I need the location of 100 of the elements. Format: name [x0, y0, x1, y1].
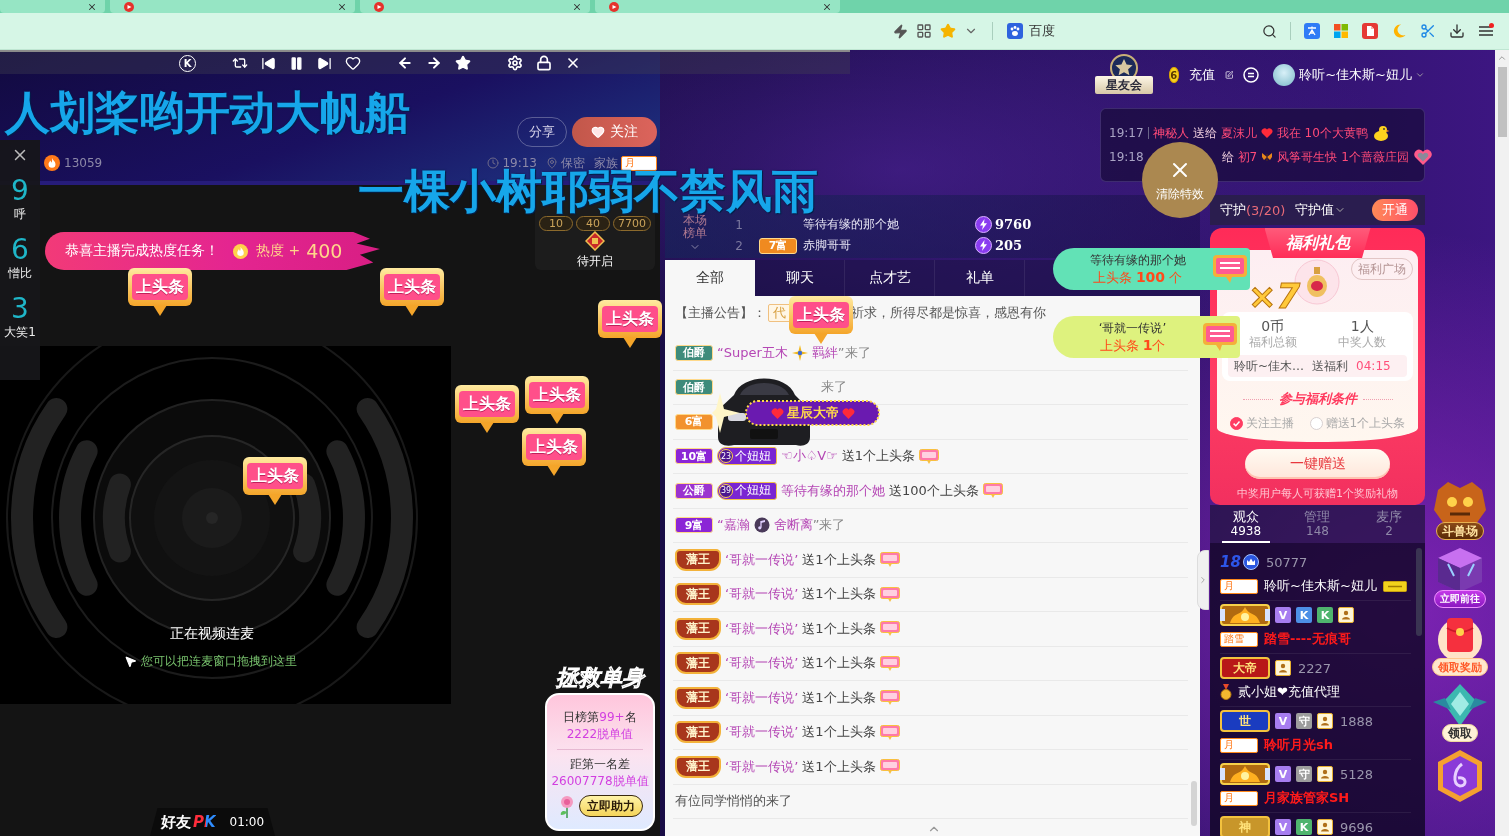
chevron-right-icon	[1198, 575, 1208, 585]
heat-label: 热度 +	[256, 242, 301, 260]
browser-tab[interactable]	[595, 0, 840, 13]
checkbox[interactable]	[1229, 417, 1243, 430]
user-menu[interactable]: 聆听~佳木斯~妞儿	[1299, 66, 1425, 84]
download-icon[interactable]	[1449, 23, 1465, 39]
drag-hint: 您可以把连麦窗口拖拽到这里	[141, 653, 297, 670]
pk-timer: 01:00	[229, 815, 265, 829]
notice-verb: 送给	[1192, 124, 1217, 142]
clock-icon	[487, 157, 500, 169]
chat-tab[interactable]: 全部	[665, 260, 755, 296]
menu-icon[interactable]	[1478, 23, 1494, 39]
arrow-right-icon[interactable]	[426, 55, 442, 71]
user-name: ‘哥就一传说’	[725, 585, 799, 604]
boost-button[interactable]: 立即助力	[579, 795, 643, 817]
condition-label: 赠送1个上头条	[1325, 415, 1406, 432]
menu-circle-icon[interactable]	[1243, 67, 1260, 83]
recharge-link[interactable]: 充值	[1188, 66, 1215, 84]
fan-person-icon	[1338, 607, 1354, 623]
chat-text: 来了	[821, 378, 847, 397]
translate-icon[interactable]	[1304, 23, 1320, 39]
side-rank-number: 6	[11, 235, 29, 265]
browser-tab[interactable]	[360, 0, 590, 13]
user-name: ☜小♤V☞	[781, 447, 838, 466]
notice-time: 19:18	[1109, 150, 1144, 164]
browser-tab[interactable]	[110, 0, 355, 13]
search-icon[interactable]	[1262, 23, 1277, 39]
audience-tab[interactable]: 管理 148	[1281, 505, 1354, 543]
next-icon[interactable]	[317, 55, 332, 71]
stat-label: 中奖人数	[1338, 335, 1387, 350]
collapse-handle[interactable]	[1197, 550, 1209, 610]
chat-text: 送1个上头条	[802, 688, 876, 707]
user-name: ‘哥就一传说’	[725, 619, 799, 638]
letter-tag: K	[1296, 819, 1312, 835]
close-icon[interactable]	[87, 1, 97, 12]
letter-tag: V	[1275, 713, 1291, 729]
user-name: ‘哥就一传说’	[725, 550, 799, 569]
letter-tag: K	[1296, 607, 1312, 623]
stat-label: 福利总额	[1248, 335, 1297, 350]
letter-tag: 守	[1296, 766, 1312, 782]
fan-club-badge: 月	[1220, 737, 1258, 753]
lightning-coin-icon	[975, 216, 992, 233]
four-squares-icon[interactable]	[1333, 23, 1349, 39]
guard-value-dropdown[interactable]: 守护值	[1295, 201, 1347, 219]
lightning-icon[interactable]	[893, 23, 908, 39]
condition-label: 关注主播	[1245, 415, 1294, 432]
audience-tab[interactable]: 观众 4938	[1210, 505, 1282, 543]
close-icon[interactable]	[822, 1, 832, 12]
countdown: 04:15	[1356, 359, 1391, 373]
user-name: “嘉瀚	[717, 516, 750, 535]
audience-tab[interactable]: 麦序 2	[1353, 505, 1425, 543]
fan-name: 个妞妞	[735, 447, 771, 465]
side-promo-button[interactable]: 领取	[1428, 682, 1492, 742]
welfare-title: 福利礼包	[1264, 228, 1371, 258]
caret-down-icon	[1415, 70, 1425, 80]
fan-club-badge: 月	[1220, 790, 1258, 806]
grid-icon[interactable]	[916, 23, 932, 39]
pk-count: 10	[539, 216, 573, 231]
checkbox[interactable]	[1309, 417, 1323, 430]
fan-person-icon	[1317, 819, 1333, 835]
side-promo-button[interactable]: 斗兽场	[1428, 480, 1492, 540]
pdf-icon[interactable]	[1362, 23, 1378, 39]
announcement-label: 【主播公告】：	[675, 304, 766, 322]
loop-icon[interactable]	[232, 55, 248, 71]
close-icon[interactable]	[572, 1, 582, 12]
rank-badge: 伯爵	[675, 379, 713, 396]
chat-text: 送1个上头条	[802, 619, 876, 638]
settings-icon[interactable]	[507, 55, 523, 71]
pk-count: 40	[576, 216, 610, 231]
previous-icon[interactable]	[261, 55, 276, 71]
banner-name: ‘哥就一传说’	[1098, 320, 1167, 337]
side-promo-button[interactable]: 立即前往	[1428, 546, 1492, 608]
heart-icon[interactable]	[345, 55, 361, 71]
close-icon[interactable]	[565, 55, 581, 71]
headline-gift-icon	[879, 724, 900, 740]
noble-frame-icon	[1220, 603, 1270, 627]
sender-name: 神秘人	[1152, 124, 1189, 142]
give-button[interactable]: 一键赠送	[1245, 449, 1390, 479]
noble-plate: 神	[1220, 816, 1270, 836]
arrow-left-icon[interactable]	[397, 55, 413, 71]
audience-name: 踏雪----无痕哥	[1264, 630, 1351, 648]
flame-icon	[44, 155, 60, 171]
vip-name: 星辰大帝	[786, 404, 839, 422]
pause-icon[interactable]	[289, 55, 304, 71]
flame-icon	[233, 243, 248, 259]
scissors-icon[interactable]	[1420, 23, 1436, 39]
noble-plate: 世	[1220, 710, 1270, 732]
star-icon[interactable]	[940, 23, 956, 39]
rank-badge: 藩王	[675, 548, 721, 571]
close-icon[interactable]	[337, 1, 347, 12]
headline-gift-icon	[879, 655, 900, 671]
receiver-name: 夏沫儿	[1220, 124, 1257, 142]
headline-gift-icon	[879, 586, 900, 602]
club-logo[interactable]: 星友会	[1095, 54, 1153, 96]
scrollbar-thumb[interactable]	[1497, 67, 1507, 137]
cursor-icon	[124, 655, 137, 668]
bookmark-link[interactable]: 百度	[1007, 19, 1055, 43]
lock-icon[interactable]	[536, 55, 552, 71]
user-name: 等待有缘的那个她	[781, 481, 885, 500]
follow-button[interactable]: 关注	[572, 117, 657, 147]
